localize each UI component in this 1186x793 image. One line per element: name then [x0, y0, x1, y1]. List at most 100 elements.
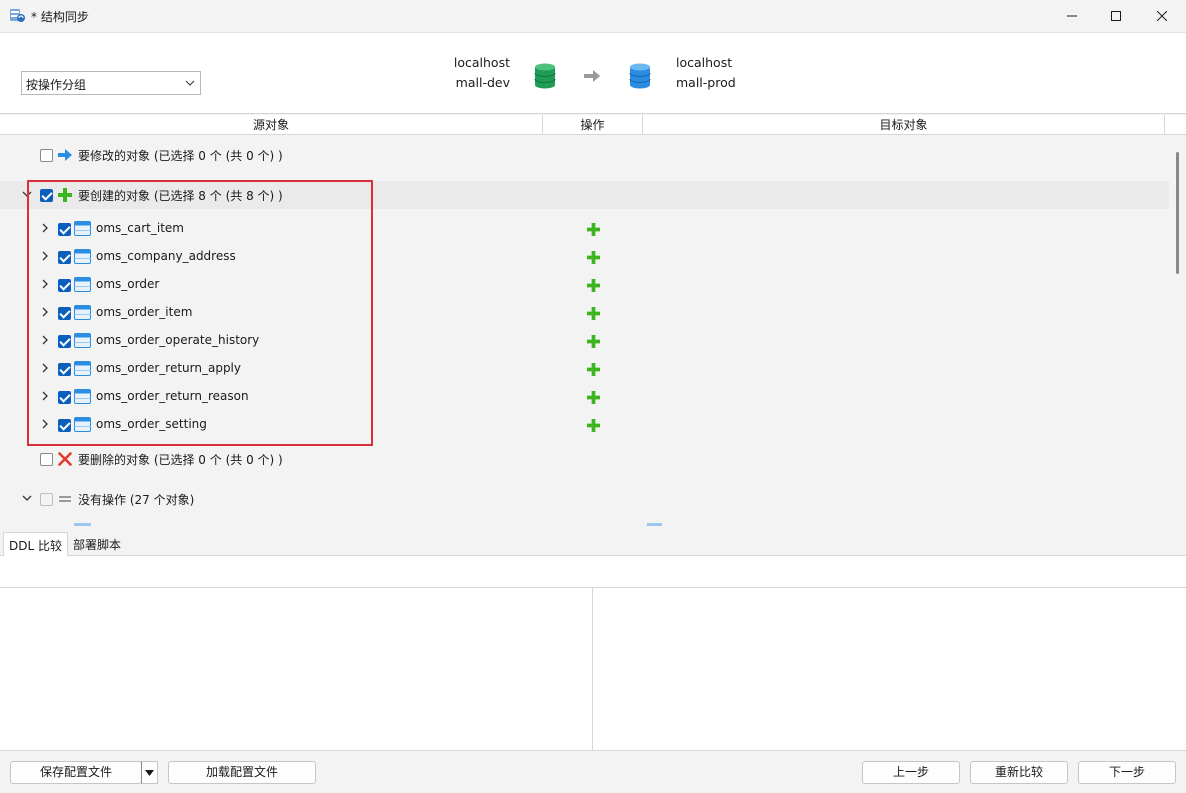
- group-create-checkbox[interactable]: [40, 189, 53, 202]
- group-create-label: 要创建的对象 (已选择 8 个 (共 8 个) ): [78, 189, 283, 203]
- maximize-icon: [1111, 11, 1121, 21]
- table-row[interactable]: oms_cart_item: [0, 215, 1169, 243]
- item-name: oms_company_address: [96, 249, 236, 263]
- group-delete-checkbox[interactable]: [40, 453, 53, 466]
- close-button[interactable]: [1140, 0, 1184, 32]
- chevron-right-icon[interactable]: [39, 306, 51, 318]
- ddl-toolbar-area: [0, 556, 1186, 588]
- item-name: oms_order_setting: [96, 417, 207, 431]
- title-bar: * 结构同步: [0, 0, 1186, 32]
- target-database: mall-prod: [676, 75, 736, 90]
- table-row[interactable]: oms_order_return_reason: [0, 383, 1169, 411]
- item-checkbox[interactable]: [58, 335, 71, 348]
- save-config-button[interactable]: 保存配置文件: [10, 761, 142, 784]
- group-by-select[interactable]: 按操作分组: [21, 71, 201, 95]
- equals-icon: [59, 496, 71, 502]
- item-checkbox[interactable]: [58, 307, 71, 320]
- table-row[interactable]: oms_order_operate_history: [0, 327, 1169, 355]
- item-checkbox[interactable]: [58, 419, 71, 432]
- connection-header: 按操作分组 localhost mall-dev localhost mall-…: [0, 32, 1186, 114]
- group-row-create[interactable]: 要创建的对象 (已选择 8 个 (共 8 个) ): [0, 181, 1169, 209]
- chevron-right-icon[interactable]: [39, 418, 51, 430]
- ddl-source-pane[interactable]: [0, 588, 593, 750]
- ddl-target-pane[interactable]: [593, 588, 1186, 750]
- close-icon: [1157, 11, 1167, 21]
- table-icon: [74, 305, 91, 320]
- tab-ddl-compare[interactable]: DDL 比较: [3, 532, 68, 556]
- plus-icon: [587, 391, 600, 404]
- table-icon: [74, 277, 91, 292]
- prev-step-button[interactable]: 上一步: [862, 761, 960, 784]
- item-name: oms_order_item: [96, 305, 193, 319]
- group-row-delete[interactable]: 要删除的对象 (已选择 0 个 (共 0 个) ): [0, 445, 1169, 473]
- table-icon: [74, 417, 91, 432]
- group-modify-label: 要修改的对象 (已选择 0 个 (共 0 个) ): [78, 149, 283, 163]
- group-modify-checkbox[interactable]: [40, 149, 53, 162]
- item-checkbox[interactable]: [58, 279, 71, 292]
- caret-down-icon: [145, 770, 154, 776]
- tab-deploy-script[interactable]: 部署脚本: [68, 532, 126, 556]
- column-action-header[interactable]: 操作: [543, 115, 643, 135]
- footer-bar: 保存配置文件 加载配置文件 上一步 重新比较 下一步: [0, 750, 1186, 793]
- delete-x-icon: [58, 452, 72, 466]
- next-step-button[interactable]: 下一步: [1078, 761, 1176, 784]
- table-row[interactable]: oms_order_return_apply: [0, 355, 1169, 383]
- chevron-right-icon[interactable]: [39, 334, 51, 346]
- tree-scrollbar[interactable]: [1169, 135, 1186, 526]
- table-row[interactable]: oms_order_setting: [0, 411, 1169, 439]
- column-target-header[interactable]: 目标对象: [643, 115, 1165, 135]
- plus-icon: [587, 335, 600, 348]
- table-icon: [74, 333, 91, 348]
- source-database-icon: [534, 63, 556, 89]
- target-database-icon: [629, 63, 651, 89]
- chevron-down-icon[interactable]: [21, 492, 33, 504]
- recompare-button[interactable]: 重新比较: [970, 761, 1068, 784]
- plus-icon: [587, 419, 600, 432]
- plus-icon: [587, 279, 600, 292]
- chevron-right-icon[interactable]: [39, 250, 51, 262]
- chevron-right-icon[interactable]: [39, 390, 51, 402]
- structure-sync-app-icon: [10, 9, 25, 22]
- save-config-dropdown[interactable]: [141, 761, 158, 784]
- table-row[interactable]: oms_order: [0, 271, 1169, 299]
- plus-icon: [587, 251, 600, 264]
- table-icon: [74, 389, 91, 404]
- column-header: 源对象 操作 目标对象: [0, 115, 1186, 135]
- group-delete-label: 要删除的对象 (已选择 0 个 (共 0 个) ): [78, 453, 283, 467]
- item-checkbox[interactable]: [58, 251, 71, 264]
- column-source-header[interactable]: 源对象: [0, 115, 543, 135]
- source-connection: localhost mall-dev: [440, 53, 510, 93]
- table-icon: [74, 249, 91, 264]
- plus-icon: [587, 223, 600, 236]
- item-name: oms_order_return_reason: [96, 389, 249, 403]
- item-checkbox[interactable]: [58, 363, 71, 376]
- scrollbar-thumb[interactable]: [1176, 152, 1179, 274]
- maximize-button[interactable]: [1094, 0, 1138, 32]
- group-row-modify[interactable]: 要修改的对象 (已选择 0 个 (共 0 个) ): [0, 141, 1169, 169]
- chevron-right-icon[interactable]: [39, 362, 51, 374]
- chevron-right-icon[interactable]: [39, 278, 51, 290]
- plus-icon: [587, 307, 600, 320]
- table-row[interactable]: oms_company_address: [0, 243, 1169, 271]
- chevron-down-icon[interactable]: [21, 188, 33, 200]
- item-name: oms_cart_item: [96, 221, 184, 235]
- group-no-action-checkbox[interactable]: [40, 493, 53, 506]
- group-no-action-label: 没有操作 (27 个对象): [78, 493, 195, 507]
- arrow-right-icon: [58, 149, 72, 161]
- source-host: localhost: [453, 55, 510, 70]
- minimize-button[interactable]: [1050, 0, 1094, 32]
- plus-icon: [587, 363, 600, 376]
- chevron-right-icon[interactable]: [39, 222, 51, 234]
- arrow-right-icon: [584, 70, 600, 82]
- group-by-value: 按操作分组: [26, 78, 87, 92]
- table-row[interactable]: oms_order_item: [0, 299, 1169, 327]
- item-checkbox[interactable]: [58, 223, 71, 236]
- item-checkbox[interactable]: [58, 391, 71, 404]
- item-name: oms_order_operate_history: [96, 333, 260, 347]
- load-config-button[interactable]: 加载配置文件: [168, 761, 316, 784]
- window-title: * 结构同步: [31, 10, 89, 24]
- plus-icon: [58, 188, 72, 202]
- bottom-tabs: DDL 比较 部署脚本: [0, 526, 1186, 556]
- target-host: localhost: [676, 55, 733, 70]
- group-row-no-action[interactable]: 没有操作 (27 个对象): [0, 485, 1169, 513]
